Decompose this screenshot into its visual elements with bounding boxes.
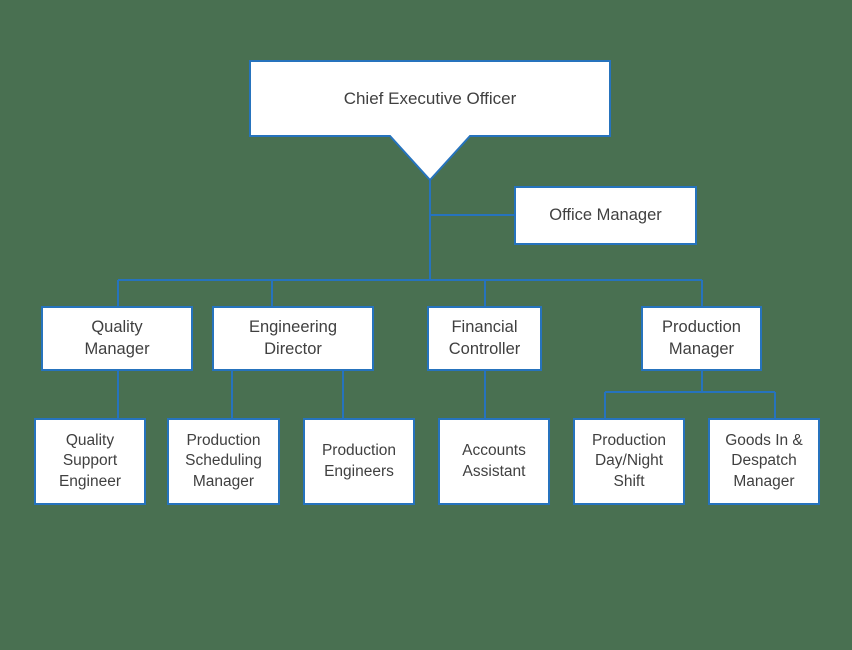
node-financial-controller[interactable]: Financial Controller	[427, 306, 542, 371]
node-label: Engineering Director	[248, 318, 338, 358]
ceo-chevron-notch	[249, 135, 611, 182]
node-production-manager[interactable]: Production Manager	[641, 306, 762, 371]
node-chief-executive-officer[interactable]: Chief Executive Officer	[249, 60, 611, 137]
node-label: Production Engineers	[321, 442, 397, 480]
node-quality-manager[interactable]: Quality Manager	[41, 306, 193, 371]
node-label: Production Manager	[662, 318, 741, 358]
node-label: Quality Support Engineer	[58, 432, 122, 490]
node-label: Production Day/Night Shift	[591, 432, 667, 490]
node-label: Production Scheduling Manager	[185, 432, 262, 490]
node-label: Financial Controller	[448, 318, 521, 358]
node-engineering-director[interactable]: Engineering Director	[212, 306, 374, 371]
node-production-scheduling-manager[interactable]: Production Scheduling Manager	[167, 418, 280, 505]
node-label: Accounts Assistant	[462, 442, 526, 480]
node-label: Goods In & Despatch Manager	[725, 432, 803, 490]
node-accounts-assistant[interactable]: Accounts Assistant	[438, 418, 550, 505]
node-label: Quality Manager	[84, 318, 150, 358]
node-goods-in-despatch-manager[interactable]: Goods In & Despatch Manager	[708, 418, 820, 505]
org-chart: Chief Executive Officer Office Manager Q…	[0, 0, 852, 650]
node-label: Office Manager	[549, 205, 662, 224]
node-production-day-night-shift[interactable]: Production Day/Night Shift	[573, 418, 685, 505]
node-quality-support-engineer[interactable]: Quality Support Engineer	[34, 418, 146, 505]
node-production-engineers[interactable]: Production Engineers	[303, 418, 415, 505]
node-label: Chief Executive Officer	[343, 89, 517, 109]
node-office-manager[interactable]: Office Manager	[514, 186, 697, 245]
